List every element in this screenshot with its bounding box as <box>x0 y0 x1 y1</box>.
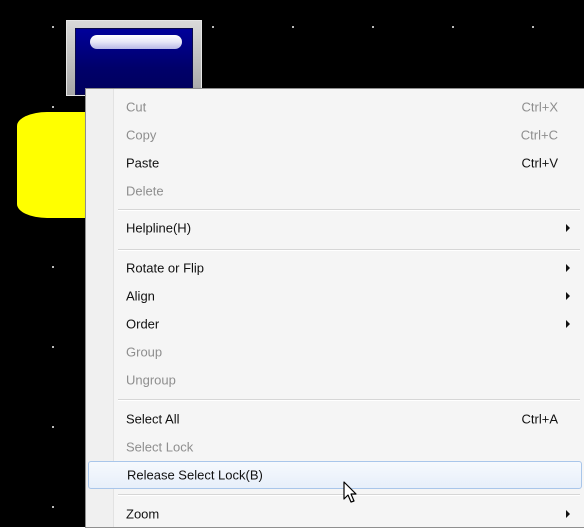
grid-dot <box>52 266 54 268</box>
submenu-arrow-icon <box>566 292 570 300</box>
blue-panel-widget[interactable] <box>66 20 202 96</box>
menu-item-copy[interactable]: Copy Ctrl+C <box>88 121 582 149</box>
menu-separator <box>118 209 580 211</box>
menu-item-label: Ungroup <box>126 372 176 388</box>
menu-separator <box>118 399 580 401</box>
menu-item-shortcut: Ctrl+A <box>521 411 558 427</box>
menu-item-align[interactable]: Align <box>88 282 582 310</box>
grid-dot <box>52 106 54 108</box>
menu-item-shortcut: Ctrl+V <box>521 155 558 171</box>
grid-dot <box>212 26 214 28</box>
grid-dot <box>372 26 374 28</box>
menu-item-label: Paste <box>126 155 160 171</box>
submenu-arrow-icon <box>566 510 570 518</box>
menu-item-label: Delete <box>126 183 164 199</box>
menu-item-delete[interactable]: Delete <box>88 177 582 205</box>
menu-separator <box>118 249 580 251</box>
menu-item-label: Helpline(H) <box>126 220 192 236</box>
submenu-arrow-icon <box>566 264 570 272</box>
menu-item-label: Select Lock <box>126 439 194 455</box>
grid-dot <box>52 26 54 28</box>
blue-panel-face <box>75 28 193 95</box>
menu-item-shortcut: Ctrl+X <box>521 99 558 115</box>
submenu-arrow-icon <box>566 224 570 232</box>
menu-item-label: Zoom <box>126 506 160 522</box>
grid-dot <box>52 346 54 348</box>
menu-item-label: Rotate or Flip <box>126 260 205 276</box>
menu-item-label: Cut <box>126 99 147 115</box>
grid-dot <box>52 506 54 508</box>
menu-item-cut[interactable]: Cut Ctrl+X <box>88 93 582 121</box>
menu-item-select-all[interactable]: Select All Ctrl+A <box>88 405 582 433</box>
menu-item-paste[interactable]: Paste Ctrl+V <box>88 149 582 177</box>
context-menu: Cut Ctrl+X Copy Ctrl+C Paste Ctrl+V Dele… <box>85 88 584 528</box>
menu-item-order[interactable]: Order <box>88 310 582 338</box>
grid-dot <box>52 426 54 428</box>
menu-item-label: Select All <box>126 411 180 427</box>
menu-item-zoom[interactable]: Zoom <box>88 500 582 528</box>
menu-item-group[interactable]: Group <box>88 338 582 366</box>
menu-item-helpline[interactable]: Helpline(H) <box>88 214 582 242</box>
menu-item-label: Copy <box>126 127 157 143</box>
grid-dot <box>292 26 294 28</box>
menu-item-label: Order <box>126 316 160 332</box>
menu-item-label: Align <box>126 288 155 304</box>
menu-item-label: Release Select Lock(B) <box>127 467 263 483</box>
panel-gloss-highlight <box>90 35 182 49</box>
menu-item-release-select-lock[interactable]: Release Select Lock(B) <box>88 461 582 489</box>
menu-item-rotate-or-flip[interactable]: Rotate or Flip <box>88 254 582 282</box>
menu-item-ungroup[interactable]: Ungroup <box>88 366 582 394</box>
menu-item-select-lock[interactable]: Select Lock <box>88 433 582 461</box>
drawing-canvas[interactable]: Cut Ctrl+X Copy Ctrl+C Paste Ctrl+V Dele… <box>0 0 584 528</box>
grid-dot <box>452 26 454 28</box>
grid-dot <box>532 26 534 28</box>
submenu-arrow-icon <box>566 320 570 328</box>
menu-item-shortcut: Ctrl+C <box>520 127 558 143</box>
mouse-pointer-icon <box>343 481 357 503</box>
menu-item-label: Group <box>126 344 163 360</box>
